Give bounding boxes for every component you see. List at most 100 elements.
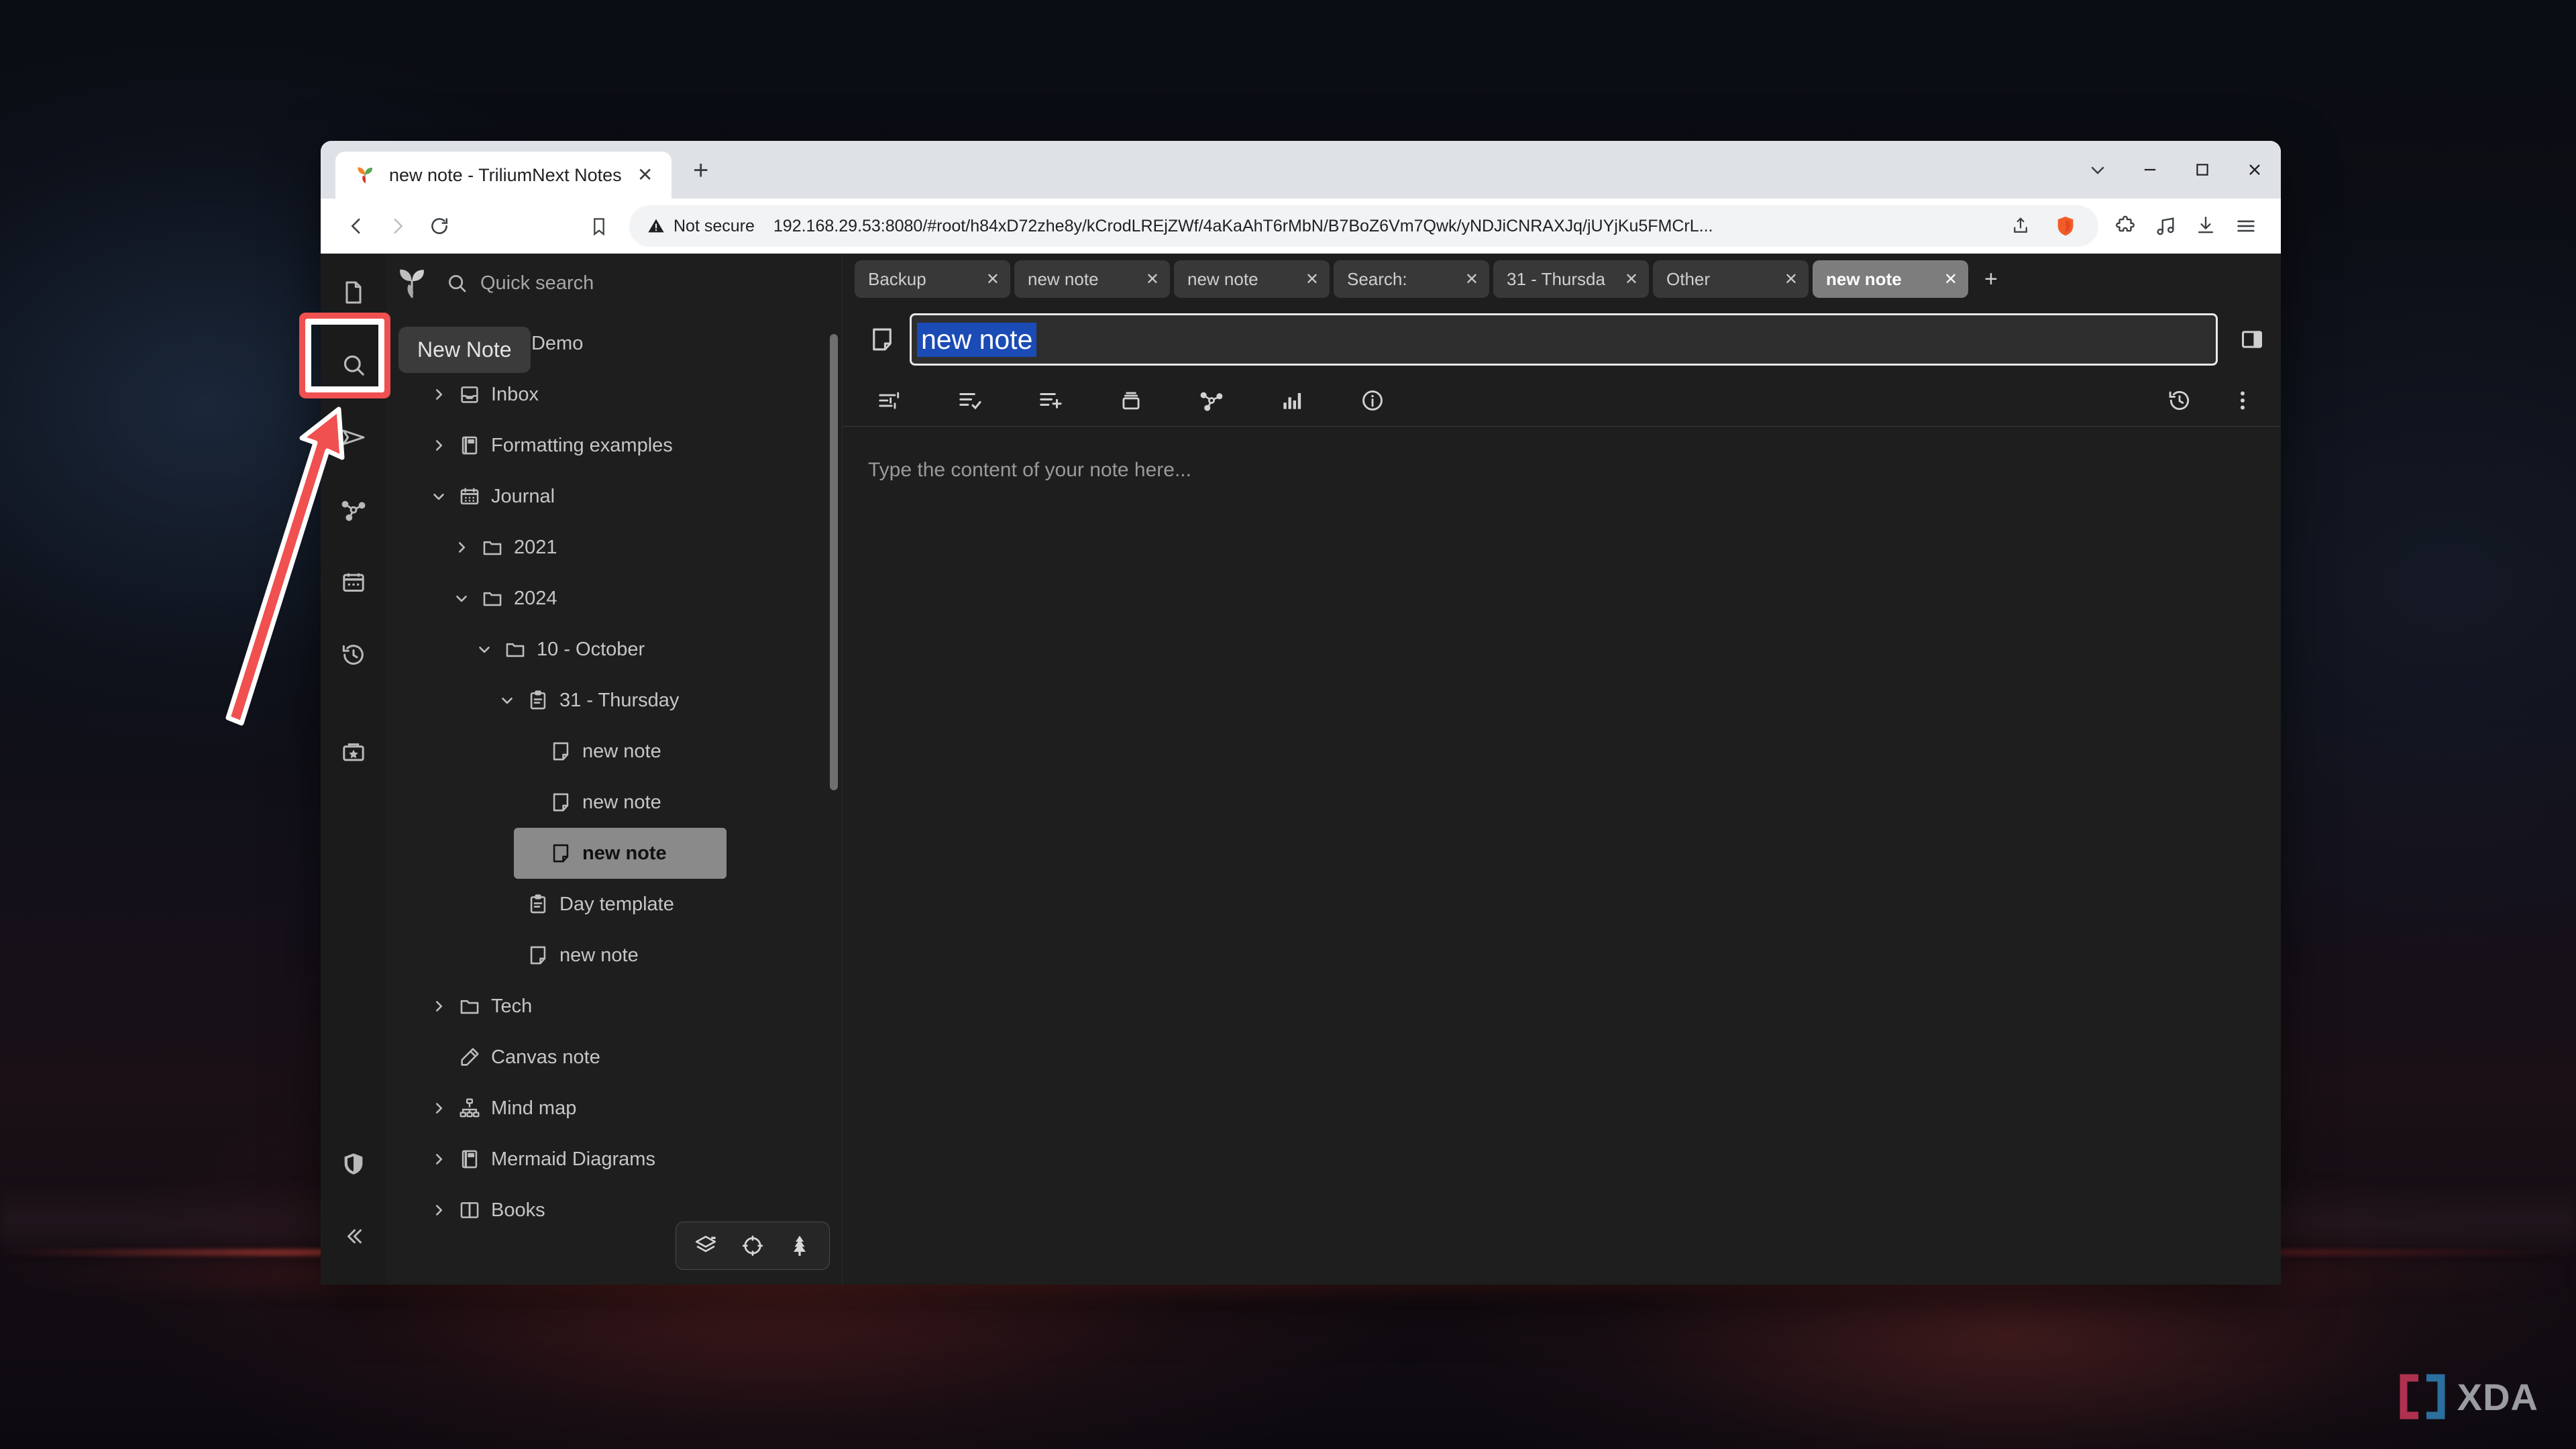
tree-item-label: Journal — [491, 485, 555, 507]
tree-item-label: 2024 — [514, 587, 557, 609]
note-tab[interactable]: 31 - Thursda ✕ — [1493, 260, 1649, 298]
add-attribute-icon[interactable] — [1026, 380, 1075, 421]
tree-item-label: new note — [582, 842, 667, 864]
close-icon[interactable]: ✕ — [1146, 270, 1159, 289]
chevron-down-icon[interactable] — [2072, 141, 2124, 199]
tree-item[interactable]: 31 - Thursday — [491, 675, 842, 726]
note-tab-label: new note — [1028, 268, 1099, 289]
books-icon — [455, 1199, 484, 1222]
forward-icon[interactable] — [377, 205, 419, 247]
tree-item[interactable]: Tech — [423, 981, 842, 1032]
note-tab[interactable]: Other ✕ — [1653, 260, 1809, 298]
tree-item-label: new note — [559, 944, 639, 966]
note-tab[interactable]: Search: ✕ — [1334, 260, 1489, 298]
tree-floating-buttons — [676, 1222, 830, 1270]
trilium-leaf-logo-icon — [390, 262, 433, 305]
tree-scrollbar[interactable] — [830, 334, 838, 790]
chevron-right-icon[interactable] — [423, 1150, 455, 1168]
quick-search-input[interactable]: Quick search — [480, 272, 594, 294]
browser-tab[interactable]: new note - TriliumNext Notes ✕ — [335, 152, 672, 199]
warning-icon — [648, 219, 664, 233]
note-tab[interactable]: new note ✕ — [1174, 260, 1330, 298]
tree-icon[interactable] — [788, 1234, 812, 1258]
chevron-down-icon[interactable] — [423, 488, 455, 505]
extensions-icon[interactable] — [2105, 206, 2145, 246]
chevron-down-icon[interactable] — [445, 590, 478, 607]
bookmarks-rail-button[interactable] — [329, 729, 378, 777]
close-icon[interactable]: ✕ — [1784, 270, 1798, 289]
note-map-icon[interactable] — [1187, 380, 1236, 421]
address-bar[interactable]: Not secure 192.168.29.53:8080/#root/h84x… — [629, 205, 2098, 247]
tree-item-label: 10 - October — [537, 638, 645, 660]
new-tab-button[interactable]: + — [684, 154, 718, 189]
note-tab[interactable]: new note ✕ — [1014, 260, 1170, 298]
tree-item[interactable]: new note — [514, 726, 842, 777]
brave-shield-icon[interactable] — [2046, 215, 2085, 237]
tree-item[interactable]: 10 - October — [468, 624, 842, 675]
chevron-right-icon[interactable] — [423, 386, 455, 403]
note-icon[interactable] — [868, 325, 896, 354]
note-options-icon[interactable] — [865, 380, 914, 421]
chevron-right-icon[interactable] — [423, 1201, 455, 1219]
tree-item[interactable]: new note — [514, 828, 727, 879]
tree-item[interactable]: Day template — [491, 879, 842, 930]
close-window-icon[interactable] — [2229, 141, 2281, 199]
chevron-right-icon[interactable] — [423, 437, 455, 454]
new-note-rail-button[interactable] — [329, 268, 378, 317]
tree-item[interactable]: Mind map — [423, 1083, 842, 1134]
share-icon[interactable] — [2004, 216, 2037, 236]
close-icon[interactable]: ✕ — [1944, 270, 1957, 289]
add-note-tab-button[interactable]: + — [1972, 266, 2010, 292]
close-icon[interactable]: ✕ — [1465, 270, 1479, 289]
promoted-attributes-icon[interactable] — [946, 380, 994, 421]
day-icon — [523, 893, 553, 916]
note-content-editor[interactable]: Type the content of your note here... — [843, 427, 2281, 1285]
quick-search-row[interactable]: Quick search — [386, 254, 842, 313]
reload-icon[interactable] — [419, 205, 460, 247]
tree-item[interactable]: Mermaid Diagrams — [423, 1134, 842, 1185]
downloads-icon[interactable] — [2186, 206, 2226, 246]
chevron-right-icon[interactable] — [423, 998, 455, 1015]
tree-item[interactable]: Formatting examples — [423, 420, 842, 471]
collapse-sidebar-button[interactable] — [329, 1212, 378, 1260]
note-paths-icon[interactable] — [1107, 380, 1155, 421]
split-pane-icon[interactable] — [2231, 319, 2273, 360]
tree-item[interactable]: new note — [491, 930, 842, 981]
tree-item[interactable]: Inbox — [423, 369, 842, 420]
url-text: 192.168.29.53:8080/#root/h84xD72zhe8y/kC… — [773, 216, 1713, 235]
music-icon[interactable] — [2145, 206, 2186, 246]
tree-item[interactable]: 2024 — [445, 573, 842, 624]
close-icon[interactable]: ✕ — [1625, 270, 1638, 289]
note-tree-pane: Quick search Trilium DemoInboxFormatting… — [386, 254, 843, 1285]
tree-item[interactable]: Journal — [423, 471, 842, 522]
maximize-icon[interactable] — [2176, 141, 2229, 199]
security-indicator[interactable]: Not secure — [647, 217, 755, 236]
back-icon[interactable] — [335, 205, 377, 247]
tree-item[interactable]: new note — [514, 777, 842, 828]
close-icon[interactable]: ✕ — [986, 270, 1000, 289]
search-icon[interactable] — [445, 272, 468, 294]
chevron-down-icon[interactable] — [468, 641, 500, 658]
chevron-right-icon[interactable] — [445, 539, 478, 556]
close-icon[interactable]: ✕ — [1305, 270, 1319, 289]
protected-session-rail-button[interactable] — [329, 1140, 378, 1188]
folder-icon — [500, 638, 530, 661]
menu-icon[interactable] — [2226, 206, 2266, 246]
tree-item[interactable]: 2021 — [445, 522, 842, 573]
more-options-icon[interactable] — [2222, 380, 2263, 421]
note-tab[interactable]: new note ✕ — [1813, 260, 1968, 298]
note-title-input[interactable]: new note — [910, 313, 2218, 366]
tree-item[interactable]: Canvas note — [423, 1032, 842, 1083]
note-info-icon[interactable] — [1348, 380, 1397, 421]
chevron-right-icon[interactable] — [423, 1099, 455, 1117]
revisions-icon[interactable] — [2159, 380, 2200, 421]
close-icon[interactable]: ✕ — [634, 166, 657, 184]
chevron-down-icon[interactable] — [491, 692, 523, 709]
note-icon — [523, 944, 553, 967]
note-tab[interactable]: Backup ✕ — [855, 260, 1010, 298]
layers-icon[interactable] — [694, 1234, 718, 1258]
minimize-icon[interactable] — [2124, 141, 2176, 199]
bookmark-icon[interactable] — [578, 205, 620, 247]
target-icon[interactable] — [741, 1234, 765, 1258]
note-stats-icon[interactable] — [1268, 380, 1316, 421]
